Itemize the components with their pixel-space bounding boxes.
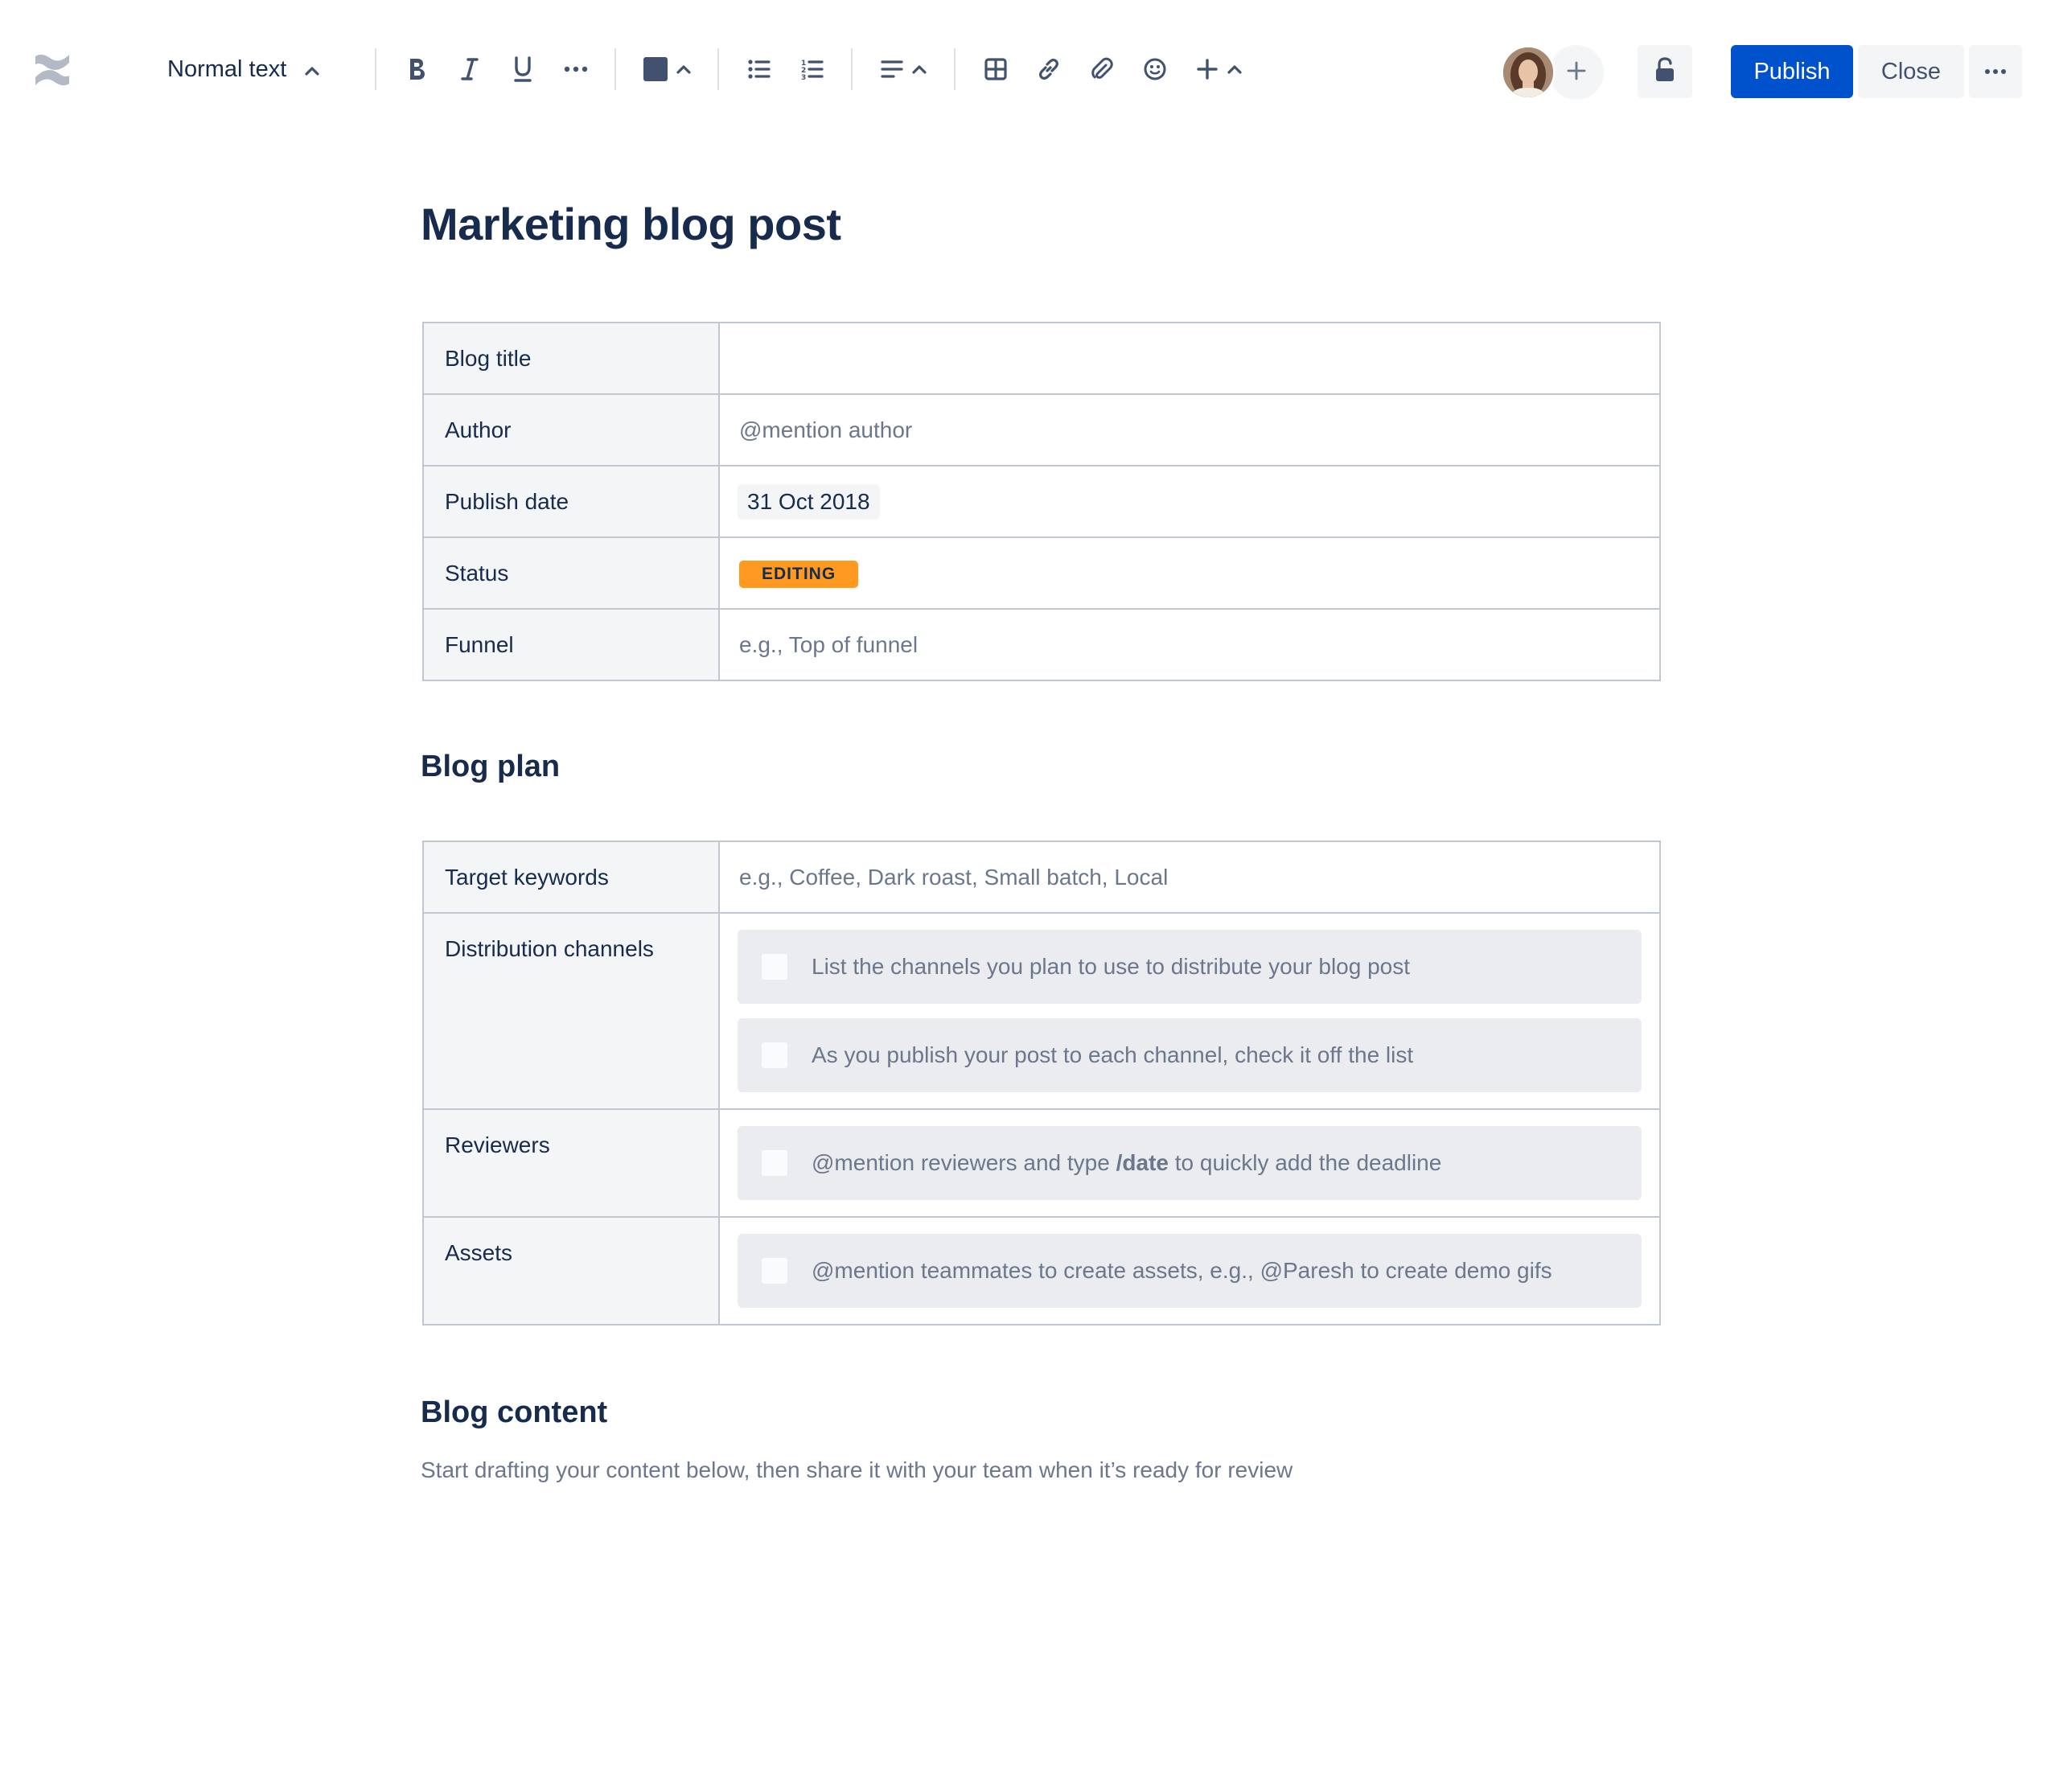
blog-details-table: Blog title Author @mention author Publis… [422,322,1661,681]
task-item[interactable]: As you publish your post to each channel… [738,1018,1642,1092]
keywords-placeholder: e.g., Coffee, Dark roast, Small batch, L… [739,864,1169,890]
table-row: Assets @mention teammates to create asse… [422,1216,1661,1326]
task-item[interactable]: @mention reviewers and type /date to qui… [738,1126,1642,1200]
reviewers-cell: @mention reviewers and type /date to qui… [718,1108,1661,1218]
table-row: Blog title [422,322,1661,395]
table-header-cell[interactable]: Publish date [422,465,720,538]
table-row: Author @mention author [422,393,1661,466]
task-checkbox[interactable] [760,1149,789,1178]
text-style-label: Normal text [167,55,287,82]
table-header-cell[interactable]: Assets [422,1216,720,1326]
invite-collaborator-button[interactable] [1549,45,1604,100]
text-style-dropdown[interactable]: Normal text [167,51,320,87]
table-header-cell[interactable]: Author [422,393,720,466]
table-icon[interactable] [981,51,1010,87]
task-text-prefix: @mention reviewers and type [812,1150,1116,1175]
task-text: @mention teammates to create assets, e.g… [812,1258,1552,1283]
table-row: Funnel e.g., Top of funnel [422,608,1661,681]
page-title[interactable]: Marketing blog post [421,198,841,250]
table-header-cell[interactable]: Distribution channels [422,912,720,1110]
publish-date-cell[interactable]: 31 Oct 2018 [718,465,1661,538]
task-checkbox[interactable] [760,1256,789,1285]
chevron-up-icon [911,64,927,75]
toolbar-divider [851,48,853,90]
toolbar-divider [375,48,376,90]
insert-picker[interactable] [1194,51,1245,87]
restrictions-button[interactable] [1638,45,1692,98]
confluence-logo-icon[interactable] [32,50,72,90]
table-header-cell[interactable]: Status [422,536,720,610]
date-command: /date [1116,1150,1169,1175]
align-left-icon [881,60,903,79]
blog-title-cell[interactable] [718,322,1661,395]
author-placeholder: @mention author [739,417,913,442]
table-header-cell[interactable]: Blog title [422,322,720,395]
svg-text:3: 3 [801,74,806,80]
close-button[interactable]: Close [1858,45,1964,98]
more-icon [1984,64,2007,79]
plus-icon [1196,58,1219,80]
funnel-cell[interactable]: e.g., Top of funnel [718,608,1661,681]
blog-content-heading[interactable]: Blog content [421,1395,607,1430]
bold-icon[interactable] [402,51,431,87]
editor-toolbar: Normal text 123 Publish Close [0,0,2059,142]
funnel-placeholder: e.g., Top of funnel [739,631,919,657]
italic-icon[interactable] [455,51,484,87]
chevron-up-icon [1227,64,1243,75]
task-text-suffix: to quickly add the deadline [1168,1150,1442,1175]
keywords-cell[interactable]: e.g., Coffee, Dark roast, Small batch, L… [718,841,1661,914]
table-row: Distribution channels List the channels … [422,912,1661,1110]
more-formatting-icon[interactable] [561,51,590,87]
text-color-swatch-icon [643,57,668,81]
table-row: Target keywords e.g., Coffee, Dark roast… [422,841,1661,914]
unlock-icon [1654,56,1675,87]
chevron-up-icon [304,56,320,83]
text-color-picker[interactable] [642,51,693,87]
table-row: Reviewers @mention reviewers and type /d… [422,1108,1661,1218]
attachment-icon[interactable] [1087,51,1116,87]
bullet-list-icon[interactable] [745,51,774,87]
numbered-list-icon[interactable]: 123 [798,51,827,87]
task-text: @mention reviewers and type /date to qui… [812,1150,1441,1176]
link-icon[interactable] [1034,51,1063,87]
status-cell[interactable]: EDITING [718,536,1661,610]
table-header-cell[interactable]: Funnel [422,608,720,681]
task-item[interactable]: @mention teammates to create assets, e.g… [738,1234,1642,1308]
blog-plan-table: Target keywords e.g., Coffee, Dark roast… [422,841,1661,1326]
toolbar-divider [614,48,616,90]
author-cell[interactable]: @mention author [718,393,1661,466]
underline-icon[interactable] [508,51,537,87]
toolbar-divider [717,48,719,90]
task-text: List the channels you plan to use to dis… [812,954,1411,979]
toolbar-divider [954,48,956,90]
alignment-picker[interactable] [878,51,930,87]
assets-cell: @mention teammates to create assets, e.g… [718,1216,1661,1326]
task-text: As you publish your post to each channel… [812,1042,1414,1067]
table-header-cell[interactable]: Reviewers [422,1108,720,1218]
date-chip[interactable]: 31 Oct 2018 [738,483,880,520]
plus-icon [1566,60,1587,85]
blog-plan-heading[interactable]: Blog plan [421,750,560,784]
task-checkbox[interactable] [760,952,789,981]
distribution-channels-cell: List the channels you plan to use to dis… [718,912,1661,1110]
blog-content-placeholder[interactable]: Start drafting your content below, then … [421,1457,1293,1483]
chevron-up-icon [676,64,692,75]
avatar[interactable] [1501,45,1556,100]
table-row: Publish date 31 Oct 2018 [422,465,1661,538]
task-item[interactable]: List the channels you plan to use to dis… [738,930,1642,1004]
emoji-icon[interactable] [1140,51,1169,87]
table-header-cell[interactable]: Target keywords [422,841,720,914]
status-badge[interactable]: EDITING [739,560,859,588]
table-row: Status EDITING [422,536,1661,610]
more-options-button[interactable] [1969,45,2022,98]
task-checkbox[interactable] [760,1041,789,1070]
publish-button[interactable]: Publish [1731,45,1853,98]
